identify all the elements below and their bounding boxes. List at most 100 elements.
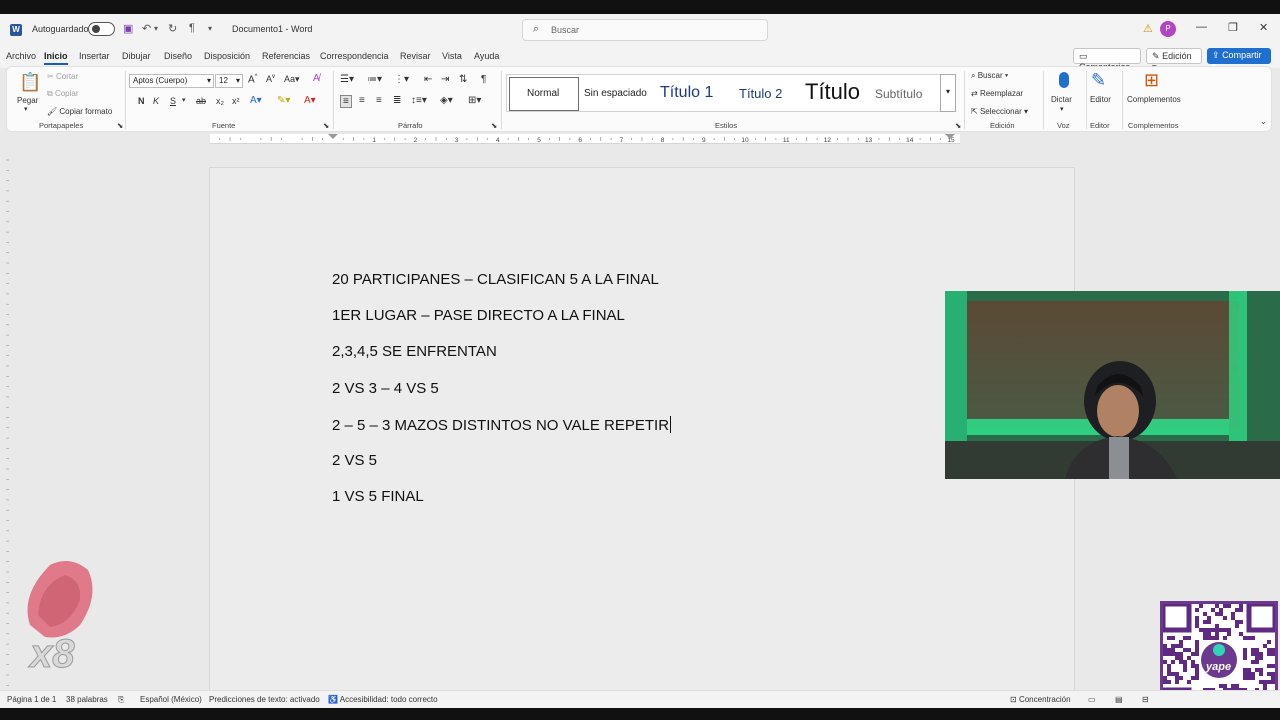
read-mode-icon[interactable]: ▭ <box>1088 695 1096 704</box>
increase-indent-icon[interactable]: ⇥ <box>441 74 449 85</box>
doc-line[interactable]: 1 VS 5 FINAL <box>332 488 424 505</box>
doc-line[interactable]: 20 PARTICIPANES – CLASIFICAN 5 A LA FINA… <box>332 271 659 288</box>
copy-button[interactable]: ⧉ Copiar <box>47 89 79 99</box>
accessibility-status[interactable]: ♿ Accesibilidad: todo correcto <box>328 695 438 704</box>
grow-font-icon[interactable]: A^ <box>248 74 258 85</box>
sort-icon[interactable]: ⇅ <box>459 74 467 85</box>
format-painter-button[interactable]: 🖌 Copiar formato <box>47 107 112 116</box>
editor-button[interactable]: Editor <box>1090 95 1111 104</box>
highlight-icon[interactable]: ✎▾ <box>277 95 290 106</box>
editor-icon[interactable]: ✎ <box>1091 70 1106 91</box>
tab-correspondencia[interactable]: Correspondencia <box>320 51 389 61</box>
left-indent-marker[interactable] <box>328 134 338 139</box>
proofing-icon[interactable]: ⎘ <box>118 695 124 705</box>
style-heading-1[interactable]: Título 1 <box>660 84 713 102</box>
dictate-button[interactable]: Dictar <box>1051 95 1072 104</box>
underline-dropdown-icon[interactable]: ▾ <box>182 96 186 104</box>
avatar[interactable]: P <box>1160 21 1176 37</box>
align-center-icon[interactable]: ≡ <box>359 95 365 106</box>
paragraph-launcher-icon[interactable]: ⬊ <box>491 121 497 130</box>
minimize-icon[interactable]: — <box>1196 21 1207 33</box>
tab-ayuda[interactable]: Ayuda <box>474 51 499 61</box>
tab-insertar[interactable]: Insertar <box>79 51 110 61</box>
paste-button[interactable]: Pegar <box>17 96 38 105</box>
borders-icon[interactable]: ⊞▾ <box>468 95 481 106</box>
language-status[interactable]: Español (México) <box>140 695 202 704</box>
style-no-spacing[interactable]: Sin espaciado <box>584 88 650 99</box>
align-right-icon[interactable]: ≡ <box>376 95 382 106</box>
comments-button[interactable]: ▭ Comentarios <box>1073 48 1141 72</box>
microphone-icon[interactable] <box>1059 72 1069 88</box>
replace-button[interactable]: ⇄ Reemplazar <box>971 89 1023 98</box>
tab-inicio[interactable]: Inicio <box>44 51 68 65</box>
page-count[interactable]: Página 1 de 1 <box>7 695 56 704</box>
undo-dropdown-icon[interactable]: ▾ <box>154 24 158 33</box>
shrink-font-icon[interactable]: Av <box>266 74 275 84</box>
align-left-icon[interactable]: ≡ <box>340 95 352 108</box>
font-color-icon[interactable]: A▾ <box>304 95 316 106</box>
tab-referencias[interactable]: Referencias <box>262 51 310 61</box>
clear-format-icon[interactable]: A̸ <box>313 73 320 84</box>
customize-toolbar-icon[interactable]: ▾ <box>208 24 212 33</box>
dictate-dropdown-icon[interactable]: ▾ <box>1060 105 1064 113</box>
subscript-icon[interactable]: x₂ <box>216 96 224 106</box>
doc-line[interactable]: 2 VS 3 – 4 VS 5 <box>332 380 439 397</box>
paste-icon[interactable]: 📋 <box>19 72 41 93</box>
horizontal-ruler[interactable]: 1 2 3 4 5 6 7 8 9 10 11 12 13 14 15 <box>210 134 960 144</box>
addins-button[interactable]: Complementos <box>1127 95 1181 104</box>
bold-icon[interactable]: N <box>138 96 145 106</box>
word-count[interactable]: 38 palabras <box>66 695 108 704</box>
decrease-indent-icon[interactable]: ⇤ <box>424 74 432 85</box>
close-icon[interactable]: ✕ <box>1259 21 1268 34</box>
undo-icon[interactable]: ↶ <box>142 22 151 35</box>
style-subtitle[interactable]: Subtítulo <box>875 87 922 101</box>
pilcrow-icon[interactable]: ¶ <box>189 22 195 34</box>
share-button[interactable]: ⇪ Compartir ▾ <box>1207 48 1271 71</box>
shading-icon[interactable]: ◈▾ <box>440 95 453 106</box>
strikethrough-icon[interactable]: ab <box>196 96 206 106</box>
font-name-select[interactable]: Aptos (Cuerpo) ▾ <box>129 74 214 88</box>
search-box[interactable]: ⌕ Buscar <box>522 19 768 41</box>
edit-mode-button[interactable]: ✎ Edición ▾ <box>1146 48 1202 72</box>
underline-icon[interactable]: S <box>170 96 176 106</box>
collapse-ribbon-icon[interactable]: ⌄ <box>1260 117 1267 126</box>
numbering-icon[interactable]: ≔▾ <box>367 74 382 85</box>
text-effects-icon[interactable]: A▾ <box>250 95 262 106</box>
save-icon[interactable]: ▣ <box>123 22 133 35</box>
tab-dibujar[interactable]: Dibujar <box>122 51 151 61</box>
font-size-select[interactable]: 12 ▾ <box>215 74 243 88</box>
select-button[interactable]: ⇱ Seleccionar ▾ <box>971 107 1028 116</box>
style-heading-2[interactable]: Título 2 <box>739 86 782 101</box>
focus-mode-button[interactable]: ⊡ Concentración <box>1010 695 1071 704</box>
italic-icon[interactable]: K <box>153 96 159 106</box>
web-layout-icon[interactable]: ⊟ <box>1142 695 1149 704</box>
clipboard-launcher-icon[interactable]: ⬊ <box>117 121 123 130</box>
doc-line[interactable]: 2,3,4,5 SE ENFRENTAN <box>332 343 497 360</box>
print-layout-icon[interactable]: ▤ <box>1115 695 1123 704</box>
tab-disposicion[interactable]: Disposición <box>204 51 250 61</box>
paste-dropdown-icon[interactable]: ▾ <box>24 105 28 113</box>
tab-diseno[interactable]: Diseño <box>164 51 192 61</box>
tab-vista[interactable]: Vista <box>442 51 462 61</box>
bullets-icon[interactable]: ☰▾ <box>340 74 354 85</box>
show-marks-icon[interactable]: ¶ <box>481 74 486 85</box>
doc-line[interactable]: 1ER LUGAR – PASE DIRECTO A LA FINAL <box>332 307 625 324</box>
doc-line[interactable]: 2 VS 5 <box>332 452 377 469</box>
multilevel-list-icon[interactable]: ⋮▾ <box>394 74 409 85</box>
doc-line-caret[interactable]: 2 – 5 – 3 MAZOS DISTINTOS NO VALE REPETI… <box>332 416 672 434</box>
styles-more-button[interactable]: ▾ <box>940 74 956 112</box>
change-case-icon[interactable]: Aa▾ <box>284 74 300 85</box>
autosave-toggle[interactable] <box>88 22 115 36</box>
cut-button[interactable]: ✂ Cortar <box>47 72 78 81</box>
warning-icon[interactable]: ⚠ <box>1143 22 1153 35</box>
font-launcher-icon[interactable]: ⬊ <box>323 121 329 130</box>
tab-archivo[interactable]: Archivo <box>6 51 36 61</box>
find-button[interactable]: ⌕ Buscar ▾ <box>971 71 1008 81</box>
line-spacing-icon[interactable]: ↕≡▾ <box>411 95 427 106</box>
tab-revisar[interactable]: Revisar <box>400 51 431 61</box>
redo-icon[interactable]: ↻ <box>168 22 177 35</box>
superscript-icon[interactable]: x² <box>232 96 240 106</box>
addins-icon[interactable]: ⊞ <box>1144 70 1159 91</box>
maximize-icon[interactable]: ❐ <box>1228 21 1238 34</box>
style-title[interactable]: Título <box>805 79 860 105</box>
